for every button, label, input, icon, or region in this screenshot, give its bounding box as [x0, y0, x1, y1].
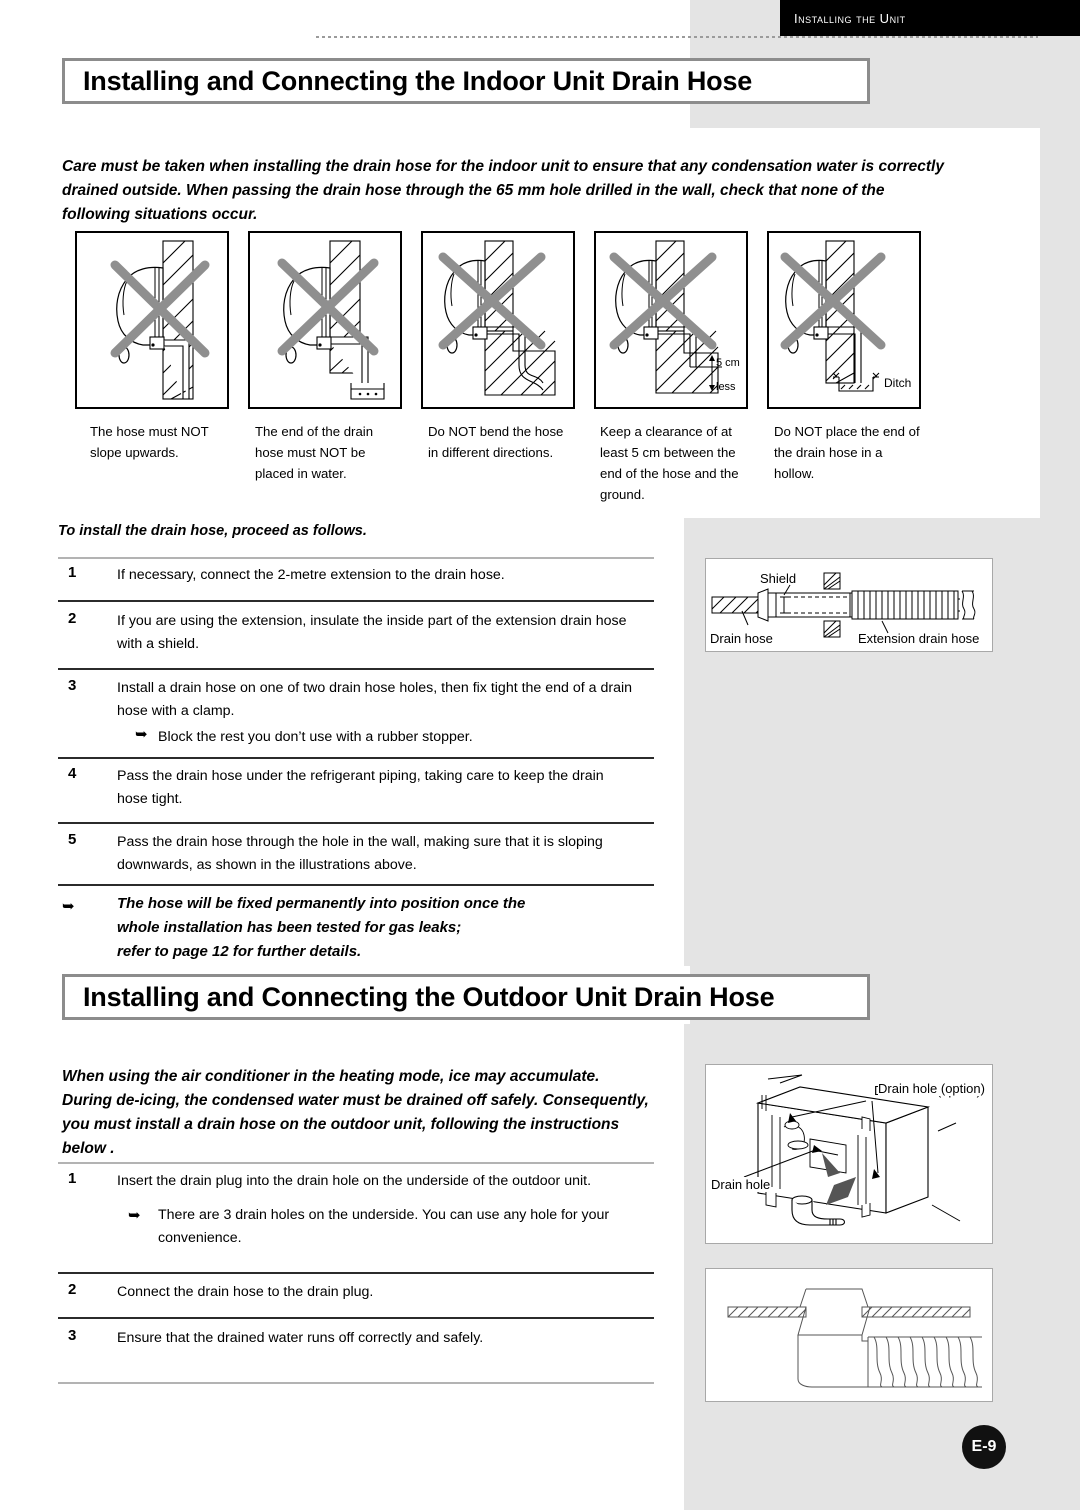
- manual-page: Installing the Unit Installing and Conne…: [0, 0, 1080, 1510]
- step-rule-s1-1: [58, 600, 654, 602]
- step-text-s2-3: Ensure that the drained water runs off c…: [117, 1330, 484, 1346]
- outdoor-label-drain-hole: Drain hole: [711, 1177, 771, 1192]
- panel-caption-3: Do NOT bend the hose in different direct…: [428, 424, 564, 460]
- step-text-s1-2: If you are using the extension, insulate…: [117, 613, 627, 652]
- drain-hose-label: Drain hose: [710, 631, 773, 646]
- outdoor-label-option: Drain hole (option): [878, 1081, 985, 1096]
- step-number-s2-3: 3: [68, 1327, 77, 1344]
- final-note-line3: refer to page 12 for further details.: [117, 943, 362, 960]
- panel-hose-bent-directions: [421, 231, 575, 409]
- step-text-s2-2: Connect the drain hose to the drain plug…: [117, 1284, 374, 1300]
- step-rule-s1-0: [58, 557, 654, 559]
- panel4-label-5cm: 5 cm: [716, 357, 740, 369]
- step-rule-s2-2: [58, 1317, 654, 1319]
- step-rule-s1-5: [58, 884, 654, 886]
- panel-caption-5: Do NOT place the end of the drain hose i…: [774, 424, 920, 481]
- step-rule-s1-3: [58, 757, 654, 759]
- panel-caption-4: Keep a clearance of at least 5 cm betwee…: [600, 424, 739, 502]
- step-text-s2-1: Insert the drain plug into the drain hol…: [117, 1173, 592, 1189]
- final-note-arrow: ➥: [62, 898, 75, 915]
- step-number-s1-1: 1: [68, 564, 77, 581]
- final-note-line2: whole installation has been tested for g…: [117, 919, 462, 936]
- panel-hose-end-in-hollow: Ditch: [767, 231, 921, 409]
- step-number-s1-5: 5: [68, 831, 77, 848]
- panel-caption-1: The hose must NOT slope upwards.: [90, 424, 209, 460]
- sub-bullet-arrow-s2-1: ➥: [128, 1207, 141, 1224]
- panel5-label-ditch: Ditch: [884, 376, 912, 390]
- section2-title: Installing and Connecting the Outdoor Un…: [83, 981, 775, 1012]
- step-number-s2-2: 2: [68, 1281, 77, 1298]
- step-text-s1-4: Pass the drain hose under the refrigeran…: [117, 768, 604, 807]
- section1-procedure-heading: To install the drain hose, proceed as fo…: [58, 523, 367, 539]
- step-number-s1-4: 4: [68, 765, 77, 782]
- step-number-s2-1: 1: [68, 1170, 77, 1187]
- sub-bullet-arrow-s1-3: ➥: [135, 726, 148, 743]
- section1-title: Installing and Connecting the Indoor Uni…: [83, 65, 753, 96]
- sub-bullet-text-s2-1: There are 3 drain holes on the underside…: [158, 1207, 610, 1246]
- sub-bullet-text-s1-3: Block the rest you don’t use with a rubb…: [158, 729, 473, 745]
- panel4-label-less: less: [716, 381, 736, 393]
- step-rule-s2-1: [58, 1272, 654, 1274]
- section1-title-bar: Installing and Connecting the Indoor Uni…: [62, 58, 870, 104]
- running-head-rule: [316, 36, 1038, 38]
- step-number-s1-3: 3: [68, 677, 77, 694]
- step-text-s1-3: Install a drain hose on one of two drain…: [117, 680, 633, 719]
- shield-label: Shield: [760, 571, 796, 586]
- running-head: Installing the Unit: [780, 0, 1080, 36]
- step-number-s1-2: 2: [68, 610, 77, 627]
- final-note-line1: The hose will be fixed permanently into …: [117, 895, 526, 912]
- step-rule-s1-4: [58, 822, 654, 824]
- step-text-s1-1: If necessary, connect the 2-metre extens…: [117, 567, 505, 583]
- step-rule-s2-0: [58, 1162, 654, 1164]
- section2-intro: When using the air conditioner in the he…: [62, 1068, 649, 1157]
- extension-drain-hose-label: Extension drain hose: [858, 631, 979, 646]
- shield-extension-hose-diagram: Shield Drain hose Extension drain hose: [705, 558, 993, 652]
- drain-plug-cross-section-diagram: [705, 1268, 993, 1402]
- panel-hose-ground-clearance: 5 cm less: [594, 231, 748, 409]
- panel-hose-slope-upwards: [75, 231, 229, 409]
- section2-title-bar: Installing and Connecting the Outdoor Un…: [62, 974, 870, 1020]
- panel-hose-end-in-water: [248, 231, 402, 409]
- running-head-label: Installing the Unit: [794, 10, 906, 26]
- step-rule-s2-3: [58, 1382, 654, 1384]
- step-text-s1-5: Pass the drain hose through the hole in …: [117, 834, 603, 873]
- step-rule-s1-2: [58, 668, 654, 670]
- page-number-badge: E-9: [962, 1425, 1006, 1469]
- panel-caption-2: The end of the drain hose must NOT be pl…: [255, 424, 374, 481]
- section1-intro: Care must be taken when installing the d…: [62, 158, 944, 223]
